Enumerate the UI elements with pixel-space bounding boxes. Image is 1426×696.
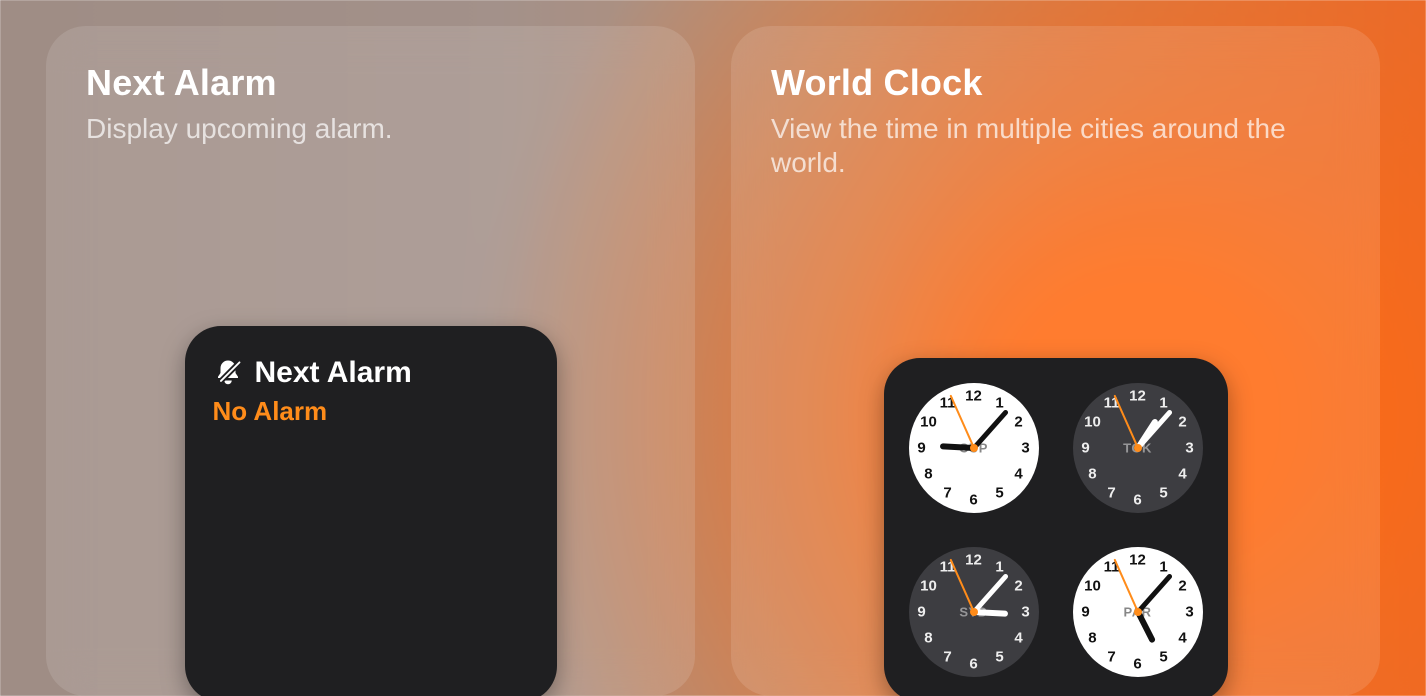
clock-minute-hand bbox=[972, 409, 1009, 450]
clock-pivot bbox=[970, 608, 978, 616]
clock-numeral: 4 bbox=[1014, 466, 1022, 483]
card-description: View the time in multiple cities around … bbox=[771, 112, 1291, 179]
clock-numeral: 10 bbox=[1084, 578, 1101, 595]
clock-pivot bbox=[1134, 608, 1142, 616]
clock-numeral: 6 bbox=[1133, 656, 1141, 673]
clock-numeral: 9 bbox=[917, 604, 925, 621]
clock-numeral: 1 bbox=[1159, 558, 1167, 575]
card-description: Display upcoming alarm. bbox=[86, 112, 606, 146]
widget-card-world-clock[interactable]: World Clock View the time in multiple ci… bbox=[731, 26, 1380, 696]
clock-numeral: 7 bbox=[1107, 649, 1115, 666]
clock-numeral: 12 bbox=[965, 388, 982, 405]
bell-slash-icon bbox=[213, 358, 243, 388]
clock-second-hand bbox=[949, 559, 974, 613]
clock-numeral: 1 bbox=[995, 558, 1003, 575]
clock-numeral: 12 bbox=[965, 552, 982, 569]
alarm-widget-status: No Alarm bbox=[213, 396, 529, 427]
clock-numeral: 12 bbox=[1129, 388, 1146, 405]
clock-numeral: 6 bbox=[1133, 492, 1141, 509]
clock-numeral: 10 bbox=[920, 578, 937, 595]
alarm-widget-title: Next Alarm bbox=[255, 356, 412, 390]
clock-second-hand bbox=[1113, 559, 1138, 613]
clock-numeral: 9 bbox=[917, 440, 925, 457]
clock-slot: 123456789101112TOK bbox=[1062, 372, 1214, 524]
clock-slot: 123456789101112CUP bbox=[898, 372, 1050, 524]
clock-numeral: 6 bbox=[969, 656, 977, 673]
clock-numeral: 9 bbox=[1081, 440, 1089, 457]
clock-numeral: 4 bbox=[1014, 630, 1022, 647]
clock-numeral: 7 bbox=[943, 485, 951, 502]
clock-numeral: 5 bbox=[1159, 649, 1167, 666]
clock-numeral: 10 bbox=[920, 414, 937, 431]
clock-minute-hand bbox=[972, 573, 1009, 614]
clock-numeral: 9 bbox=[1081, 604, 1089, 621]
widget-card-next-alarm[interactable]: Next Alarm Display upcoming alarm. Next … bbox=[46, 26, 695, 696]
clock-numeral: 3 bbox=[1185, 440, 1193, 457]
clock-numeral: 4 bbox=[1178, 630, 1186, 647]
card-title: World Clock bbox=[771, 62, 1340, 104]
card-title: Next Alarm bbox=[86, 62, 655, 104]
clock-numeral: 3 bbox=[1185, 604, 1193, 621]
widget-gallery-row: Next Alarm Display upcoming alarm. Next … bbox=[0, 0, 1426, 696]
clock-minute-hand bbox=[1136, 573, 1173, 614]
clock-pivot bbox=[970, 444, 978, 452]
next-alarm-widget-preview[interactable]: Next Alarm No Alarm bbox=[185, 326, 557, 696]
analog-clock: 123456789101112CUP bbox=[909, 383, 1039, 513]
clock-numeral: 2 bbox=[1178, 578, 1186, 595]
clock-numeral: 2 bbox=[1014, 414, 1022, 431]
analog-clock: 123456789101112PAR bbox=[1073, 547, 1203, 677]
clock-numeral: 8 bbox=[924, 630, 932, 647]
clock-slot: 123456789101112PAR bbox=[1062, 536, 1214, 688]
analog-clock: 123456789101112SYD bbox=[909, 547, 1039, 677]
analog-clock: 123456789101112TOK bbox=[1073, 383, 1203, 513]
clock-minute-hand bbox=[1136, 409, 1173, 450]
clock-numeral: 3 bbox=[1021, 440, 1029, 457]
clock-numeral: 8 bbox=[1088, 630, 1096, 647]
clock-numeral: 2 bbox=[1178, 414, 1186, 431]
clock-numeral: 6 bbox=[969, 492, 977, 509]
clock-numeral: 5 bbox=[1159, 485, 1167, 502]
clock-numeral: 8 bbox=[1088, 466, 1096, 483]
clock-numeral: 2 bbox=[1014, 578, 1022, 595]
clock-numeral: 5 bbox=[995, 485, 1003, 502]
clock-numeral: 7 bbox=[943, 649, 951, 666]
clock-pivot bbox=[1134, 444, 1142, 452]
clock-numeral: 12 bbox=[1129, 552, 1146, 569]
clock-numeral: 8 bbox=[924, 466, 932, 483]
clock-numeral: 1 bbox=[995, 394, 1003, 411]
clock-slot: 123456789101112SYD bbox=[898, 536, 1050, 688]
clock-numeral: 1 bbox=[1159, 394, 1167, 411]
clock-numeral: 10 bbox=[1084, 414, 1101, 431]
world-clock-widget-preview[interactable]: 123456789101112CUP 123456789101112TOK 12… bbox=[884, 358, 1228, 696]
clock-second-hand bbox=[1113, 395, 1138, 449]
clock-numeral: 5 bbox=[995, 649, 1003, 666]
clock-numeral: 4 bbox=[1178, 466, 1186, 483]
clock-numeral: 3 bbox=[1021, 604, 1029, 621]
clock-second-hand bbox=[949, 395, 974, 449]
clock-numeral: 7 bbox=[1107, 485, 1115, 502]
